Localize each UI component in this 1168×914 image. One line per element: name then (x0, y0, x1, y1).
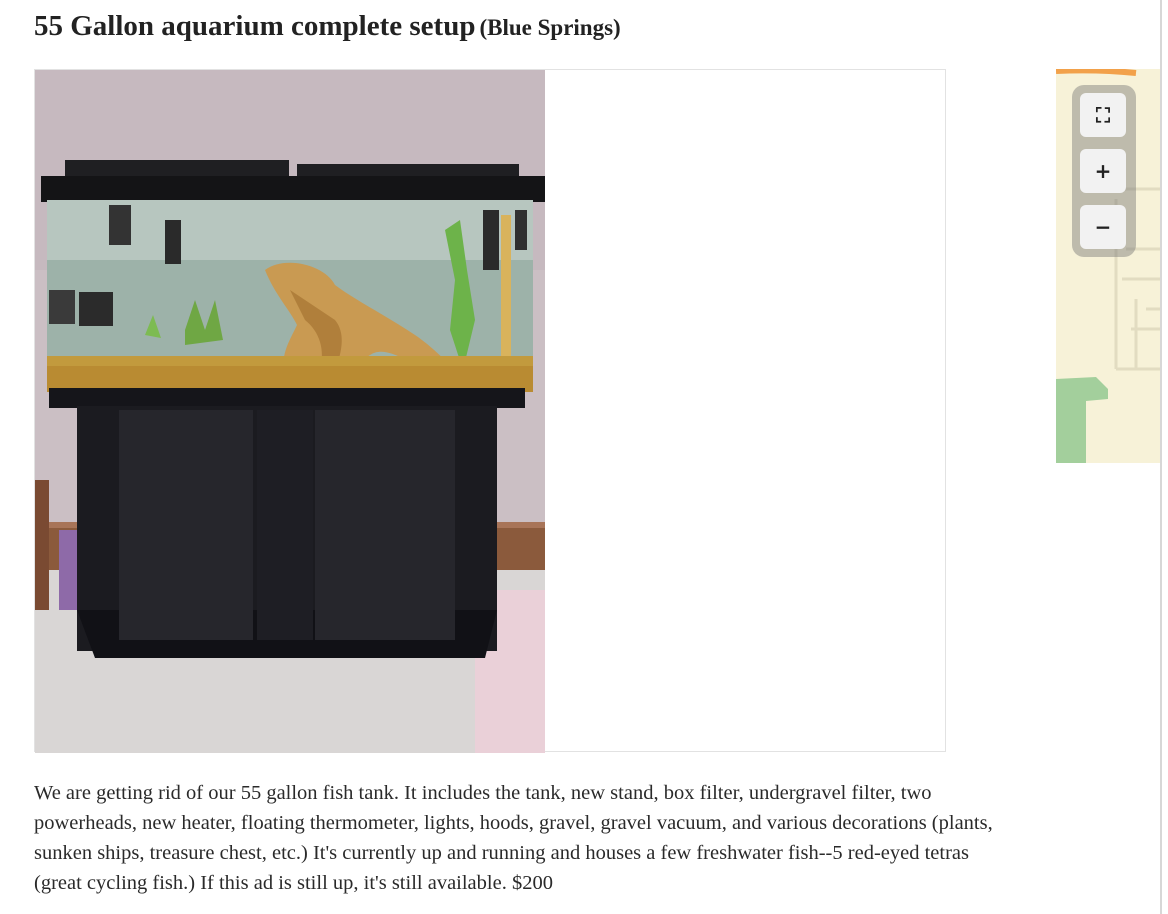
zoom-out-button[interactable]: − (1080, 205, 1126, 249)
map-controls: ⛶ + − (1072, 85, 1136, 257)
posting-location: (Blue Springs) (479, 15, 621, 40)
posting-body-line: We are getting rid of our 55 gallon fish… (34, 782, 932, 804)
posting-title-text: 55 Gallon aquarium complete setup (34, 10, 476, 42)
posting-body-line: powerheads, new heater, floating thermom… (34, 812, 993, 834)
scrollbar[interactable] (1160, 0, 1162, 914)
posting-body-line: sunken ships, treasure chest, etc.) It's… (34, 842, 969, 864)
aquarium-photo[interactable] (35, 70, 545, 753)
posting-page: 55 Gallon aquarium complete setup (Blue … (0, 0, 1168, 914)
zoom-in-button[interactable]: + (1080, 149, 1126, 193)
location-map[interactable]: ⛶ + − (1056, 69, 1160, 463)
posting-title: 55 Gallon aquarium complete setup (Blue … (34, 10, 621, 43)
fullscreen-button[interactable]: ⛶ (1080, 93, 1126, 137)
posting-body-line: (great cycling fish.) If this ad is stil… (34, 872, 553, 894)
fullscreen-icon: ⛶ (1096, 103, 1110, 127)
image-gallery[interactable] (34, 69, 946, 753)
posting-body: We are getting rid of our 55 gallon fish… (34, 778, 1164, 898)
